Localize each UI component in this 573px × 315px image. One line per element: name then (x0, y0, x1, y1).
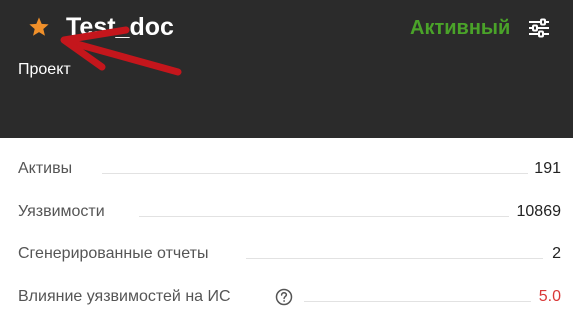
stat-row-vulnerabilities: Уязвимости 10869 (18, 201, 561, 223)
stat-label: Активы (18, 158, 79, 180)
project-header: Test_doc Проект Активный (0, 0, 573, 138)
status-badge: Активный (410, 17, 511, 39)
stat-label: Уязвимости (18, 201, 111, 223)
stat-label: Влияние уязвимостей на ИС (18, 286, 237, 308)
stat-value: 10869 (510, 201, 561, 223)
stat-value: 2 (546, 243, 561, 265)
star-icon[interactable] (28, 16, 50, 38)
settings-sliders-icon[interactable] (527, 17, 551, 39)
row-divider (246, 258, 543, 259)
stat-row-assets: Активы 191 (18, 158, 561, 180)
stat-label: Сгенерированные отчеты (18, 243, 215, 265)
stat-row-vulnerability-impact: Влияние уязвимостей на ИС 5.0 (18, 286, 561, 308)
stat-value: 5.0 (532, 286, 561, 308)
stat-value: 191 (528, 158, 561, 180)
stat-row-generated-reports: Сгенерированные отчеты 2 (18, 243, 561, 265)
row-divider (304, 301, 531, 302)
row-divider (102, 173, 531, 174)
row-divider (139, 216, 509, 217)
project-title: Test_doc (66, 13, 174, 41)
project-type-label: Проект (18, 61, 71, 78)
question-circle-icon[interactable] (275, 288, 293, 306)
